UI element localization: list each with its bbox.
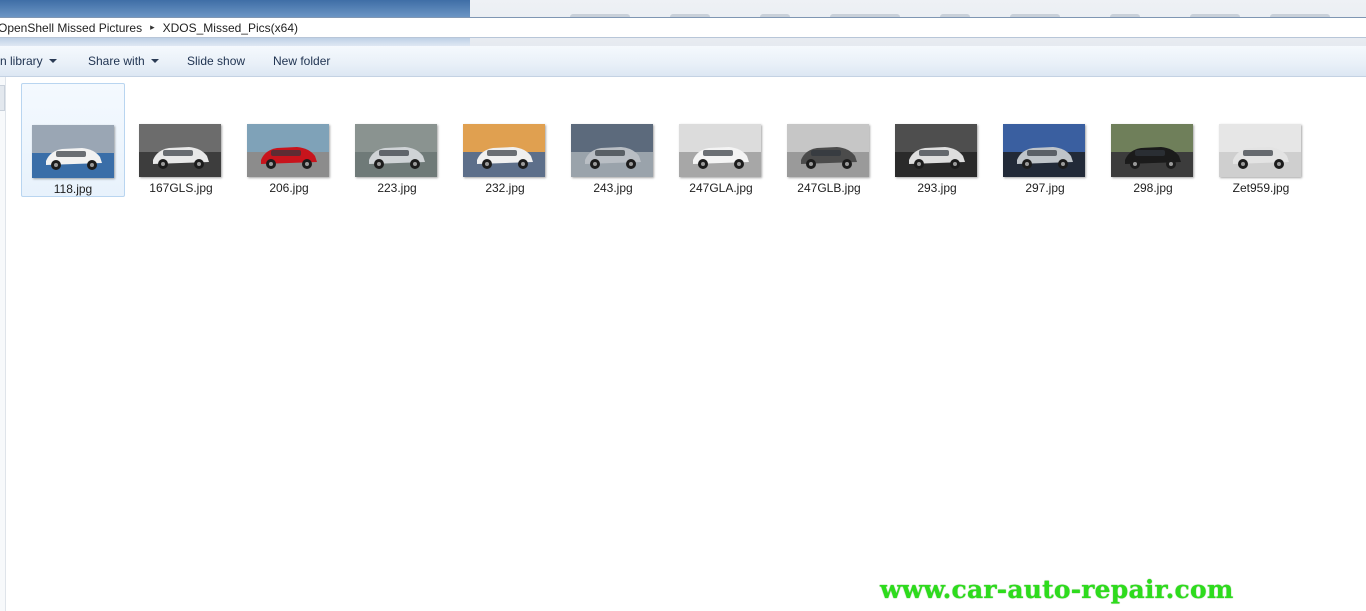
new-folder-label: New folder <box>273 54 331 68</box>
file-name-label: 206.jpg <box>269 181 309 195</box>
slide-show-label: Slide show <box>187 54 246 68</box>
address-bar[interactable]: OpenShell Missed Pictures ▸ XDOS_Missed_… <box>0 17 1366 38</box>
image-thumbnail <box>32 125 114 178</box>
file-item[interactable]: 232.jpg <box>453 83 557 197</box>
new-folder-button[interactable]: New folder <box>273 54 330 68</box>
file-name-label: Zet959.jpg <box>1232 181 1290 195</box>
file-name-label: 232.jpg <box>485 181 525 195</box>
share-with-label: Share with <box>88 54 145 68</box>
image-thumbnail <box>247 124 329 177</box>
file-name-label: 247GLB.jpg <box>797 181 861 195</box>
image-thumbnail <box>895 124 977 177</box>
image-thumbnail <box>571 124 653 177</box>
image-thumbnail <box>463 124 545 177</box>
file-item[interactable]: 223.jpg <box>345 83 449 197</box>
file-item[interactable]: 247GLA.jpg <box>669 83 773 197</box>
file-item[interactable]: 298.jpg <box>1101 83 1205 197</box>
breadcrumb-current[interactable]: XDOS_Missed_Pics(x64) <box>163 21 298 35</box>
file-item[interactable]: 247GLB.jpg <box>777 83 881 197</box>
file-item[interactable]: 243.jpg <box>561 83 665 197</box>
image-thumbnail <box>139 124 221 177</box>
image-thumbnail <box>1111 124 1193 177</box>
file-item[interactable]: 297.jpg <box>993 83 1097 197</box>
file-item[interactable]: 167GLS.jpg <box>129 83 233 197</box>
file-name-label: 118.jpg <box>53 182 93 196</box>
pane-splitter-handle[interactable] <box>0 85 5 111</box>
file-name-label: 247GLA.jpg <box>689 181 753 195</box>
image-thumbnail <box>355 124 437 177</box>
file-name-label: 293.jpg <box>917 181 957 195</box>
file-name-label: 297.jpg <box>1025 181 1065 195</box>
image-thumbnail <box>1003 124 1085 177</box>
image-thumbnail <box>679 124 761 177</box>
include-in-library-label: n library <box>0 54 43 68</box>
image-thumbnail <box>787 124 869 177</box>
include-in-library-button[interactable]: n library <box>0 54 57 68</box>
share-with-button[interactable]: Share with <box>88 54 159 68</box>
chevron-down-icon <box>48 59 57 63</box>
file-item[interactable]: 293.jpg <box>885 83 989 197</box>
image-thumbnail <box>1219 124 1301 177</box>
breadcrumb-separator-icon[interactable]: ▸ <box>150 22 155 33</box>
watermark-text: www.car-auto-repair.com <box>880 575 1234 604</box>
chevron-down-icon <box>150 59 159 63</box>
file-name-label: 243.jpg <box>593 181 633 195</box>
file-item[interactable]: 118.jpg <box>21 83 125 197</box>
breadcrumb-parent[interactable]: OpenShell Missed Pictures <box>0 21 142 35</box>
file-item[interactable]: 206.jpg <box>237 83 341 197</box>
file-item[interactable]: Zet959.jpg <box>1209 83 1313 197</box>
command-toolbar: n library Share with Slide show New fold… <box>0 46 1366 77</box>
file-name-label: 167GLS.jpg <box>149 181 213 195</box>
file-name-label: 298.jpg <box>1133 181 1173 195</box>
file-name-label: 223.jpg <box>377 181 417 195</box>
navigation-pane-edge[interactable] <box>0 77 6 611</box>
slide-show-button[interactable]: Slide show <box>187 54 245 68</box>
